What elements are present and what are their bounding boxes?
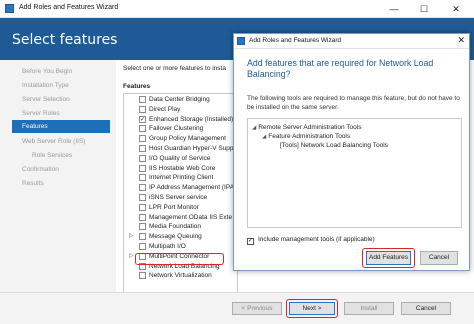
nav-item-features[interactable]: Features [12, 120, 110, 133]
feature-label: Failover Clustering [149, 125, 204, 133]
dialog-titlebar: Add Roles and Features Wizard ✕ [234, 34, 469, 49]
feature-label: Internet Printing Client [149, 174, 214, 182]
feature-checkbox[interactable] [139, 154, 146, 162]
install-button[interactable]: Install [344, 302, 394, 315]
nav-item-confirmation[interactable]: Confirmation [22, 166, 59, 173]
feature-label: Media Foundation [149, 223, 202, 231]
previous-button[interactable]: < Previous [232, 302, 282, 315]
minimize-icon[interactable]: — [380, 0, 408, 18]
feature-label: Group Policy Management [149, 135, 226, 143]
feature-label: IP Address Management (IPAM) [149, 184, 238, 192]
feature-checkbox[interactable] [139, 174, 146, 182]
add-features-highlight [362, 248, 415, 268]
feature-checkbox[interactable] [139, 164, 146, 172]
feature-checkbox[interactable] [139, 243, 146, 250]
dialog-close-icon[interactable]: ✕ [457, 35, 465, 46]
window-title: Add Roles and Features Wizard [19, 4, 119, 11]
feature-label: Direct Play [149, 105, 181, 113]
feature-label: IIS Hostable Web Core [149, 164, 216, 172]
features-label: Features [123, 83, 151, 90]
feature-label: Multipath I/O [149, 243, 186, 250]
maximize-icon[interactable]: ☐ [410, 0, 438, 18]
feature-checkbox[interactable] [139, 233, 146, 241]
feature-label: Enhanced Storage (Installed) [149, 115, 234, 123]
tree-expand-icon[interactable]: ◢ [252, 125, 256, 131]
app-icon [5, 4, 14, 13]
nav-item-installation-type[interactable]: Installation Type [22, 82, 69, 89]
feature-checkbox[interactable] [139, 213, 146, 221]
tree-node-nlb-tools: [Tools] Network Load Balancing Tools [280, 141, 388, 150]
tree-node-label: Feature Administration Tools [268, 133, 351, 140]
nav-item-role-services[interactable]: Role Services [32, 152, 72, 159]
add-features-dialog: Add Roles and Features Wizard ✕ Add feat… [233, 33, 470, 271]
nav-item-web-server-role[interactable]: Web Server Role (IIS) [22, 138, 85, 145]
expand-icon[interactable]: ▷ [129, 252, 134, 259]
nav-item-results[interactable]: Results [22, 180, 44, 187]
feature-checkbox[interactable] [139, 145, 146, 152]
wizard-nav: Before You Begin Installation Type Serve… [0, 60, 116, 310]
intro-text: Select one or more features to insta [123, 65, 226, 72]
network-load-balancing-highlight [135, 253, 224, 265]
feature-checkbox[interactable] [139, 96, 146, 103]
feature-checkbox[interactable] [139, 203, 146, 211]
feature-label: Data Center Bridging [149, 96, 210, 103]
nav-item-before-you-begin[interactable]: Before You Begin [22, 68, 72, 75]
expand-icon[interactable]: ▷ [129, 232, 134, 239]
feature-label: Host Guardian Hyper-V Support [149, 145, 238, 152]
include-tools-label: Include management tools (if applicable) [258, 236, 375, 243]
window-titlebar: Add Roles and Features Wizard — ☐ ✕ [0, 0, 474, 18]
feature-checkbox[interactable] [139, 135, 146, 143]
close-icon[interactable]: ✕ [442, 0, 470, 18]
feature-label: I/O Quality of Service [149, 154, 211, 162]
dialog-title: Add Roles and Features Wizard [249, 37, 342, 44]
dialog-app-icon [237, 37, 245, 45]
nav-item-server-selection[interactable]: Server Selection [22, 96, 70, 103]
tree-expand-icon[interactable]: ◢ [262, 134, 266, 140]
tree-node-label: Remote Server Administration Tools [258, 124, 362, 131]
feature-checkbox[interactable] [139, 223, 146, 231]
next-button-highlight [286, 299, 338, 318]
feature-label: Message Queuing [149, 233, 202, 241]
feature-label: Network Virtualization [149, 272, 212, 280]
feature-label: iSNS Server service [149, 194, 208, 201]
include-management-tools[interactable]: ✓ Include management tools (if applicable… [247, 235, 375, 245]
wizard-cancel-button[interactable]: Cancel [401, 302, 451, 315]
required-tools-tree: ◢ Remote Server Administration Tools ◢ Fea… [247, 118, 462, 228]
tree-node-label: [Tools] Network Load Balancing Tools [280, 142, 388, 149]
feature-label: LPR Port Monitor [149, 203, 199, 211]
feature-checkbox[interactable]: ✓ [139, 115, 146, 123]
nav-item-server-roles[interactable]: Server Roles [22, 110, 60, 117]
dialog-heading: Add features that are required for Netwo… [247, 58, 434, 79]
feature-label: Management OData IIS Exte [149, 213, 233, 221]
feature-checkbox[interactable] [139, 105, 146, 113]
include-tools-checkbox[interactable]: ✓ [247, 238, 254, 245]
feature-checkbox[interactable] [139, 194, 146, 201]
feature-checkbox[interactable] [139, 272, 146, 280]
feature-checkbox[interactable] [139, 125, 146, 133]
feature-checkbox[interactable] [139, 184, 146, 192]
page-title: Select features [12, 32, 118, 48]
feature-list[interactable]: Data Center Bridging Direct Play ✓ Enhanced… [123, 93, 238, 303]
dialog-cancel-button[interactable]: Cancel [420, 251, 458, 265]
dialog-description: The following tools are required to mana… [247, 95, 460, 111]
